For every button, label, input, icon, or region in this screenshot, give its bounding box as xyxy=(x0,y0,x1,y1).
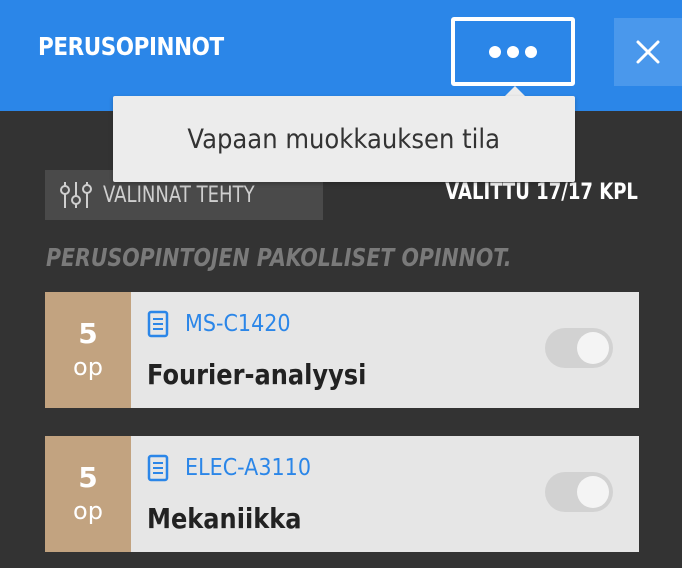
more-menu-button[interactable] xyxy=(451,17,575,86)
choices-done-label: VALINNAT TEHTY xyxy=(103,182,255,208)
credits-unit: op xyxy=(73,497,103,525)
dropdown-caret xyxy=(505,86,525,96)
selected-count: VALITTU 17/17 KPL xyxy=(445,180,638,205)
course-code-link[interactable]: ELEC-A3110 xyxy=(185,455,311,481)
course-body: ELEC-A3110 Mekaniikka xyxy=(131,436,639,552)
more-horizontal-icon-dot xyxy=(525,45,537,58)
more-horizontal-icon xyxy=(489,45,501,58)
course-name: Mekaniikka xyxy=(147,502,302,535)
course-credits: 5 op xyxy=(45,292,131,408)
document-icon xyxy=(147,310,169,338)
course-body: MS-C1420 Fourier-analyysi xyxy=(131,292,639,408)
toggle-knob xyxy=(577,332,609,364)
sliders-icon xyxy=(60,182,92,208)
credits-unit: op xyxy=(73,353,103,381)
course-toggle[interactable] xyxy=(545,472,613,512)
close-icon xyxy=(636,40,660,64)
header-bar: PERUSOPINNOT xyxy=(0,0,682,111)
course-card: 5 op ELEC-A3110 Mekaniikka xyxy=(45,436,639,552)
course-credits: 5 op xyxy=(45,436,131,552)
credits-value: 5 xyxy=(78,461,98,494)
toggle-knob xyxy=(577,476,609,508)
page-title: PERUSOPINNOT xyxy=(38,32,224,61)
course-code-row: MS-C1420 xyxy=(147,310,302,338)
credits-value: 5 xyxy=(78,317,98,350)
course-code-row: ELEC-A3110 xyxy=(147,454,325,482)
free-edit-mode-menu-item[interactable]: Vapaan muokkauksen tila xyxy=(188,124,501,155)
options-dropdown: Vapaan muokkauksen tila xyxy=(113,96,575,182)
section-title: PERUSOPINTOJEN PAKOLLISET OPINNOT. xyxy=(46,243,512,272)
document-icon xyxy=(147,454,169,482)
course-code-link[interactable]: MS-C1420 xyxy=(185,311,291,337)
course-name: Fourier-analyysi xyxy=(147,358,367,391)
course-card: 5 op MS-C1420 Fourier-analyysi xyxy=(45,292,639,408)
course-toggle[interactable] xyxy=(545,328,613,368)
more-horizontal-icon-dot xyxy=(507,45,519,58)
close-button[interactable] xyxy=(614,18,682,86)
